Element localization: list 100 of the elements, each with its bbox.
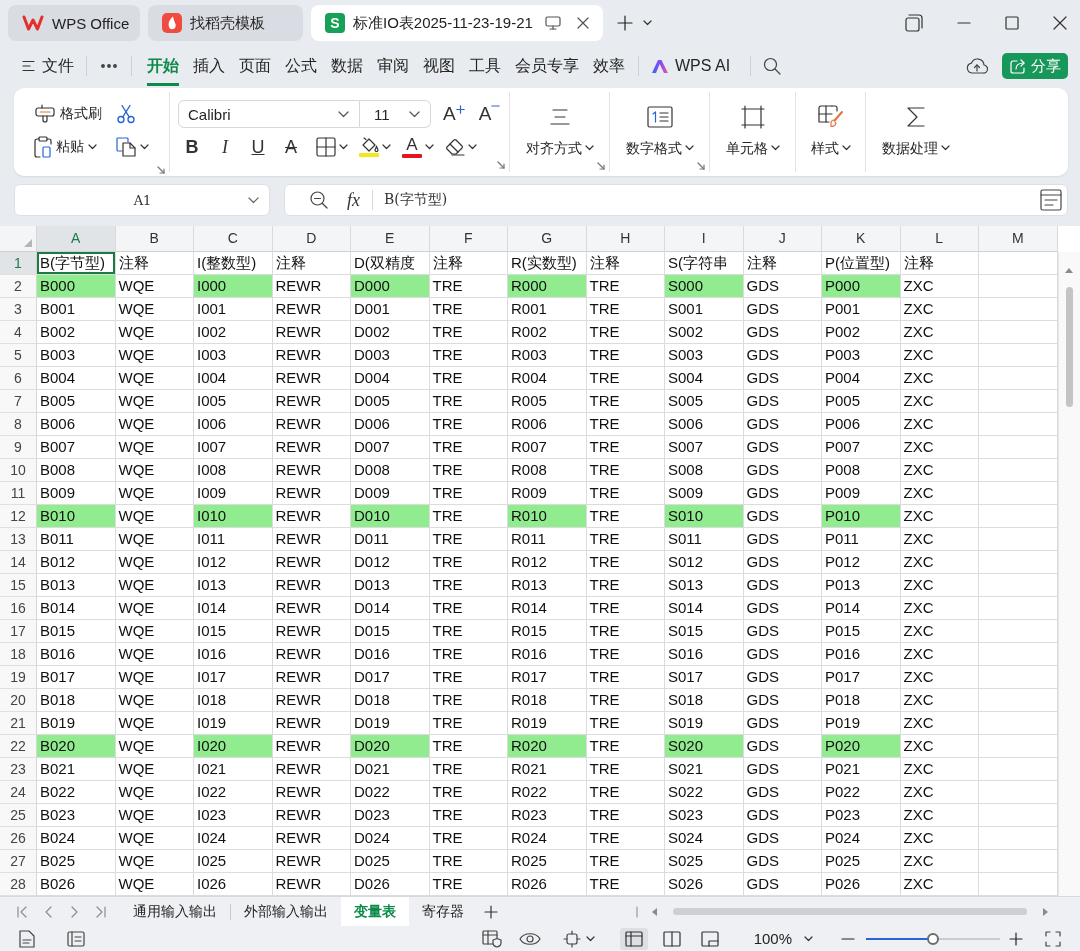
caret-icon[interactable] <box>339 144 348 150</box>
row-header[interactable]: 19 <box>0 666 37 689</box>
minus-icon[interactable] <box>841 937 855 940</box>
fullscreen-icon[interactable] <box>1045 930 1061 947</box>
row-header[interactable]: 23 <box>0 758 37 781</box>
caret-left-icon[interactable] <box>652 907 657 916</box>
row-header[interactable]: 25 <box>0 804 37 827</box>
ribbon-tab[interactable]: 公式 <box>285 46 317 86</box>
eye-icon[interactable] <box>518 931 541 946</box>
row-header[interactable]: 27 <box>0 850 37 873</box>
column-header[interactable]: E <box>351 226 430 252</box>
data-tools-button[interactable]: 数据处理 <box>882 104 950 158</box>
sheet-tab[interactable]: 外部输入输出 <box>231 897 341 926</box>
vertical-scrollbar[interactable] <box>1057 252 1080 896</box>
close-icon[interactable] <box>576 17 589 29</box>
row-header[interactable]: 5 <box>0 344 37 367</box>
italic-button[interactable]: I <box>212 134 238 160</box>
chevron-right-icon[interactable] <box>71 905 78 918</box>
expand-corner-icon[interactable] <box>497 161 505 169</box>
skip-end-icon[interactable] <box>96 905 106 918</box>
document-tab[interactable]: 找稻壳模板 <box>148 5 303 41</box>
row-header[interactable]: 1 <box>0 252 37 275</box>
column-header[interactable]: L <box>900 226 979 252</box>
row-header[interactable]: 22 <box>0 735 37 758</box>
magnifier-minus-icon[interactable] <box>310 191 328 209</box>
row-header[interactable]: 9 <box>0 436 37 459</box>
caret-icon[interactable] <box>468 144 477 150</box>
eraser-icon[interactable] <box>445 138 465 156</box>
skip-start-icon[interactable] <box>17 905 27 918</box>
caret-icon[interactable] <box>642 20 652 26</box>
document-tab[interactable]: WPS Office <box>8 5 140 41</box>
expand-corner-icon[interactable] <box>597 162 605 170</box>
crosshair-icon[interactable] <box>562 929 581 948</box>
slider-thumb[interactable] <box>927 932 939 945</box>
row-header[interactable]: 15 <box>0 574 37 597</box>
close-icon[interactable] <box>1053 16 1067 30</box>
shrink-font-button[interactable]: A <box>478 103 501 125</box>
row-header[interactable]: 21 <box>0 712 37 735</box>
column-header[interactable]: C <box>194 226 273 252</box>
plus-icon[interactable] <box>1009 931 1023 946</box>
styles-button[interactable]: 样式 <box>810 104 851 158</box>
row-header[interactable]: 26 <box>0 827 37 850</box>
bold-button[interactable]: B <box>179 134 205 160</box>
row-header[interactable]: 14 <box>0 551 37 574</box>
file-menu-button[interactable]: 文件 <box>22 51 74 81</box>
panel-icon[interactable] <box>1040 189 1062 211</box>
row-header[interactable]: 3 <box>0 298 37 321</box>
document-icon[interactable] <box>19 929 35 948</box>
row-header[interactable]: 11 <box>0 482 37 505</box>
sheet-tab[interactable]: 寄存器 <box>409 897 477 926</box>
sheet-tab[interactable]: 变量表 <box>341 897 409 926</box>
column-header[interactable]: B <box>115 226 194 252</box>
column-header[interactable]: M <box>979 226 1058 252</box>
ribbon-tab[interactable]: 审阅 <box>377 46 409 86</box>
paste-button[interactable]: 粘贴 <box>34 133 116 161</box>
column-header[interactable]: I <box>665 226 744 252</box>
row-header[interactable]: 28 <box>0 873 37 896</box>
cloud-upload-icon[interactable] <box>966 57 988 75</box>
font-color-button[interactable]: A <box>402 136 434 158</box>
plus-icon[interactable] <box>484 904 498 919</box>
formula-input[interactable]: B(字节型) <box>384 191 1040 209</box>
row-header[interactable]: 17 <box>0 620 37 643</box>
stacked-squares-icon[interactable] <box>905 14 923 32</box>
expand-corner-icon[interactable] <box>157 166 165 174</box>
column-header[interactable]: H <box>586 226 665 252</box>
column-header[interactable]: D <box>272 226 351 252</box>
row-header[interactable]: 18 <box>0 643 37 666</box>
underline-button[interactable]: U <box>245 134 271 160</box>
zoom-level-dropdown[interactable]: 100% <box>753 930 813 947</box>
grid-icon[interactable] <box>316 137 336 157</box>
cell-name-box[interactable]: A1 <box>14 184 270 216</box>
cells-button[interactable]: 单元格 <box>725 104 780 158</box>
row-header[interactable]: 4 <box>0 321 37 344</box>
grow-font-button[interactable]: A <box>443 103 465 125</box>
font-size-dropdown[interactable]: 11 <box>360 100 431 128</box>
sidebar-icon[interactable] <box>67 930 85 947</box>
ai-button[interactable]: WPS AI <box>651 51 731 81</box>
chevron-left-icon[interactable] <box>45 905 52 918</box>
number-format-button[interactable]: 数字格式 <box>625 104 694 158</box>
caret-right-icon[interactable] <box>1043 907 1048 916</box>
share-button[interactable]: 分享 <box>1002 53 1068 79</box>
sheet-tab[interactable]: 通用输入输出 <box>120 897 230 926</box>
ribbon-tab[interactable]: 页面 <box>239 46 271 86</box>
row-header[interactable]: 7 <box>0 390 37 413</box>
caret-icon[interactable] <box>140 144 149 150</box>
format-painter-button[interactable]: 格式刷 <box>34 100 116 128</box>
document-tab[interactable]: S 标准IO表2025-11-23-19-21 <box>311 5 603 41</box>
ribbon-tab[interactable]: 会员专享 <box>515 46 579 86</box>
row-header[interactable]: 10 <box>0 459 37 482</box>
row-header[interactable]: 24 <box>0 781 37 804</box>
view-button[interactable] <box>619 927 648 950</box>
row-header[interactable]: 20 <box>0 689 37 712</box>
row-header[interactable]: 13 <box>0 528 37 551</box>
column-header[interactable]: G <box>508 226 587 252</box>
split-handle-icon[interactable] <box>636 905 638 918</box>
insert-function-button[interactable]: fx <box>347 189 360 211</box>
copy-icon[interactable] <box>116 137 136 157</box>
maximize-icon[interactable] <box>1005 16 1019 30</box>
search-icon[interactable] <box>763 57 782 75</box>
column-header[interactable]: K <box>822 226 901 252</box>
